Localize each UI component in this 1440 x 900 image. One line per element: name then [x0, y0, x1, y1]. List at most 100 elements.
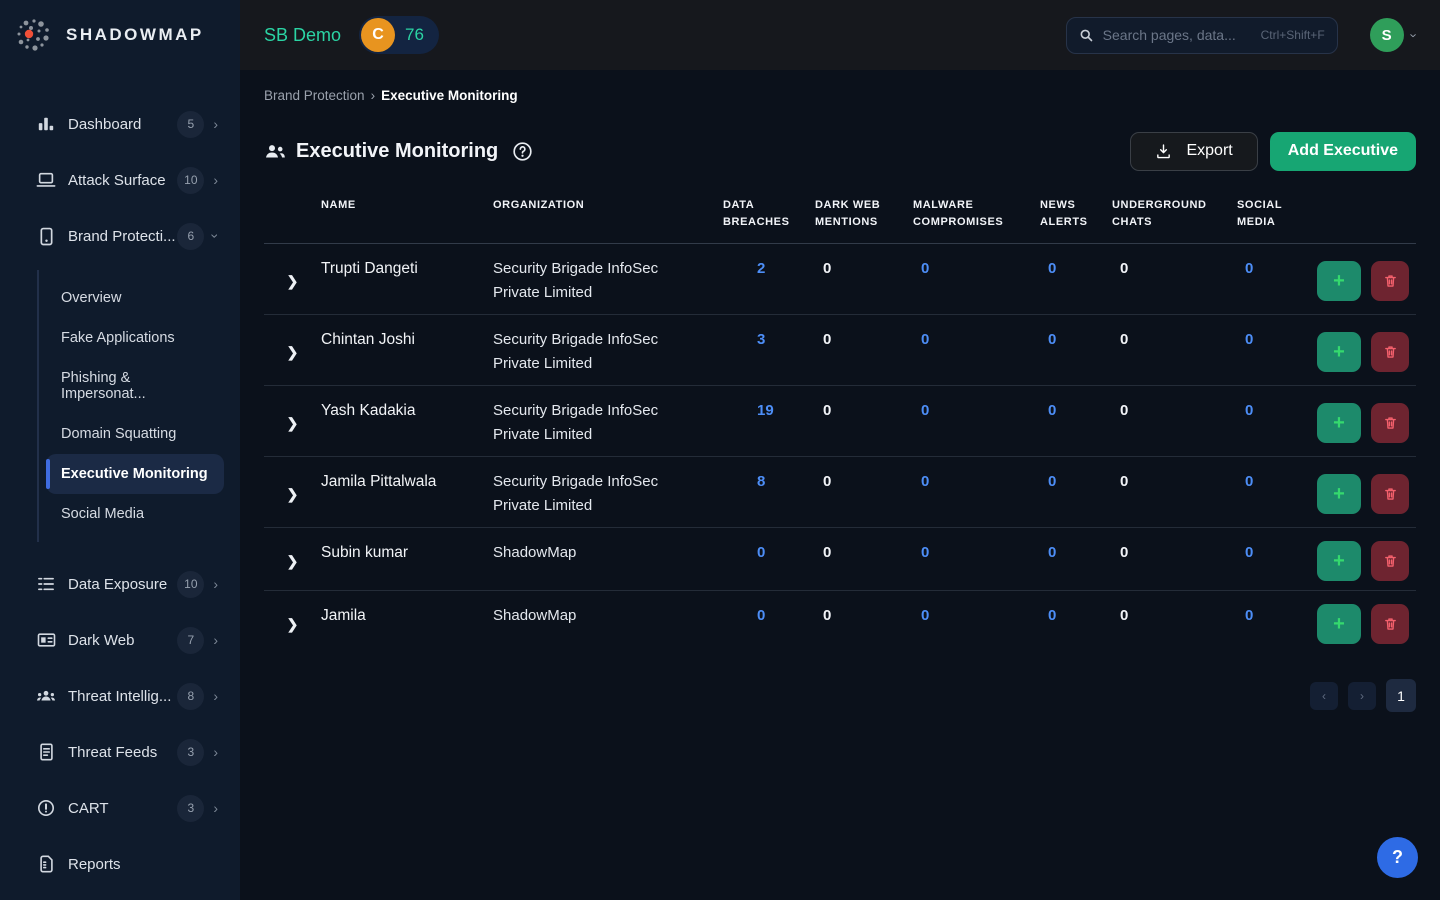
global-search[interactable]: Ctrl+Shift+F	[1066, 17, 1338, 54]
row-expand-chevron[interactable]: ❯	[264, 328, 321, 376]
row-expand-chevron[interactable]: ❯	[264, 604, 321, 644]
subnav-item-domain-squatting[interactable]: Domain Squatting	[46, 414, 224, 454]
delete-executive-button[interactable]	[1371, 332, 1409, 372]
alert-circle-icon	[36, 798, 56, 818]
data-breaches-count[interactable]: 8	[723, 470, 815, 518]
column-header-organization: ORGANIZATION	[493, 197, 723, 231]
row-actions: +	[1317, 399, 1416, 447]
table-row: ❯ Chintan Joshi Security Brigade InfoSec…	[264, 315, 1416, 386]
trash-icon	[1383, 486, 1398, 502]
trash-icon	[1383, 616, 1398, 632]
trash-icon	[1383, 273, 1398, 289]
social-media-count[interactable]: 0	[1237, 604, 1317, 644]
pagination-next-button[interactable]: ›	[1348, 682, 1376, 710]
sidebar-item-dashboard[interactable]: Dashboard 5 ›	[0, 96, 240, 152]
count-badge: 3	[177, 739, 204, 766]
subnav-item-social-media[interactable]: Social Media	[46, 494, 224, 534]
user-menu[interactable]: S ›	[1370, 18, 1416, 52]
page-header: Executive Monitoring Export	[264, 129, 1416, 173]
row-actions: +	[1317, 604, 1416, 644]
help-circle-icon[interactable]	[512, 141, 533, 162]
help-fab-button[interactable]: ?	[1377, 837, 1418, 878]
download-icon	[1155, 143, 1172, 160]
breadcrumb-parent[interactable]: Brand Protection	[264, 88, 365, 103]
row-expand-chevron[interactable]: ❯	[264, 541, 321, 581]
malware-compromises-count[interactable]: 0	[913, 328, 1040, 376]
count-badge: 6	[177, 223, 204, 250]
executive-name: Chintan Joshi	[321, 328, 493, 376]
data-breaches-count[interactable]: 3	[723, 328, 815, 376]
data-breaches-count[interactable]: 19	[723, 399, 815, 447]
sidebar-item-data-exposure[interactable]: Data Exposure 10 ›	[0, 556, 240, 612]
topbar: SB Demo C 76 Ctrl+Shift+F S ›	[240, 0, 1440, 70]
malware-compromises-count[interactable]: 0	[913, 604, 1040, 644]
sidebar-item-reports[interactable]: Reports	[0, 836, 240, 892]
news-alerts-count[interactable]: 0	[1040, 604, 1112, 644]
news-alerts-count[interactable]: 0	[1040, 470, 1112, 518]
document-icon	[36, 742, 56, 762]
delete-executive-button[interactable]	[1371, 541, 1409, 581]
app-window: SHADOWMAP Dashboard 5 › Atta	[0, 0, 1440, 900]
news-alerts-count[interactable]: 0	[1040, 257, 1112, 305]
news-alerts-count[interactable]: 0	[1040, 541, 1112, 581]
row-expand-chevron[interactable]: ❯	[264, 470, 321, 518]
executive-name: Jamila Pittalwala	[321, 470, 493, 518]
security-score-pill[interactable]: C 76	[359, 16, 439, 54]
export-button[interactable]: Export	[1130, 132, 1257, 171]
subnav-item-executive-monitoring[interactable]: Executive Monitoring	[46, 454, 224, 494]
malware-compromises-count[interactable]: 0	[913, 541, 1040, 581]
pagination-prev-button[interactable]: ‹	[1310, 682, 1338, 710]
sidebar-item-label: CART	[68, 800, 109, 817]
pagination-page-1-button[interactable]: 1	[1386, 679, 1416, 712]
column-header-social-media: SOCIAL MEDIA	[1237, 197, 1317, 231]
sidebar-item-threat-intelligence[interactable]: Threat Intellig... 8 ›	[0, 668, 240, 724]
malware-compromises-count[interactable]: 0	[913, 470, 1040, 518]
chevron-right-icon: ›	[213, 117, 218, 131]
malware-compromises-count[interactable]: 0	[913, 399, 1040, 447]
data-breaches-count[interactable]: 0	[723, 604, 815, 644]
delete-executive-button[interactable]	[1371, 474, 1409, 514]
sidebar-item-label: Threat Feeds	[68, 744, 157, 761]
add-monitoring-button[interactable]: +	[1317, 541, 1361, 581]
brand-name: SHADOWMAP	[66, 25, 204, 45]
subnav-item-phishing-impersonation[interactable]: Phishing & Impersonat...	[46, 358, 224, 414]
main-content: Brand Protection › Executive Monitoring …	[240, 70, 1440, 900]
count-badge: 7	[177, 627, 204, 654]
delete-executive-button[interactable]	[1371, 604, 1409, 644]
social-media-count[interactable]: 0	[1237, 541, 1317, 581]
sidebar-item-cart[interactable]: CART 3 ›	[0, 780, 240, 836]
malware-compromises-count[interactable]: 0	[913, 257, 1040, 305]
add-monitoring-button[interactable]: +	[1317, 474, 1361, 514]
avatar[interactable]: S	[1370, 18, 1404, 52]
subnav-item-fake-applications[interactable]: Fake Applications	[46, 318, 224, 358]
row-expand-chevron[interactable]: ❯	[264, 399, 321, 447]
social-media-count[interactable]: 0	[1237, 399, 1317, 447]
subnav-item-overview[interactable]: Overview	[46, 278, 224, 318]
sidebar-item-threat-feeds[interactable]: Threat Feeds 3 ›	[0, 724, 240, 780]
executive-organization: ShadowMap	[493, 541, 723, 581]
social-media-count[interactable]: 0	[1237, 257, 1317, 305]
sidebar-item-attack-surface[interactable]: Attack Surface 10 ›	[0, 152, 240, 208]
trash-icon	[1383, 553, 1398, 569]
sidebar-item-brand-protection[interactable]: Brand Protecti... 6 ›	[0, 208, 240, 264]
add-monitoring-button[interactable]: +	[1317, 261, 1361, 301]
social-media-count[interactable]: 0	[1237, 470, 1317, 518]
social-media-count[interactable]: 0	[1237, 328, 1317, 376]
add-monitoring-button[interactable]: +	[1317, 403, 1361, 443]
delete-executive-button[interactable]	[1371, 403, 1409, 443]
news-alerts-count[interactable]: 0	[1040, 328, 1112, 376]
data-breaches-count[interactable]: 2	[723, 257, 815, 305]
search-input[interactable]	[1103, 27, 1252, 43]
org-name[interactable]: SB Demo	[264, 25, 341, 46]
brand-logo[interactable]: SHADOWMAP	[0, 0, 240, 70]
news-alerts-count[interactable]: 0	[1040, 399, 1112, 447]
sidebar: SHADOWMAP Dashboard 5 › Atta	[0, 0, 240, 900]
delete-executive-button[interactable]	[1371, 261, 1409, 301]
add-monitoring-button[interactable]: +	[1317, 604, 1361, 644]
sidebar-item-dark-web[interactable]: Dark Web 7 ›	[0, 612, 240, 668]
add-executive-button[interactable]: Add Executive	[1270, 132, 1416, 171]
row-expand-chevron[interactable]: ❯	[264, 257, 321, 305]
data-breaches-count[interactable]: 0	[723, 541, 815, 581]
sidebar-item-label: Dashboard	[68, 116, 141, 133]
add-monitoring-button[interactable]: +	[1317, 332, 1361, 372]
